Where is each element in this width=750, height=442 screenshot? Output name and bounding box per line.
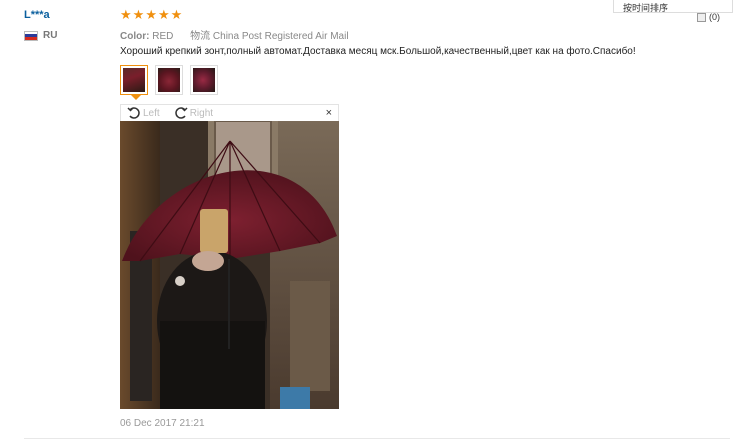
filter-count: (0) xyxy=(709,12,720,22)
star-icon: ★ xyxy=(170,7,183,22)
country-code: RU xyxy=(43,30,58,41)
shipping-value: China Post Registered Air Mail xyxy=(212,31,349,42)
color-value: RED xyxy=(152,31,174,42)
review-divider xyxy=(24,438,730,439)
reviewer-name[interactable]: L***a xyxy=(24,9,50,21)
rotate-left-label: Left xyxy=(143,107,160,119)
thumbnail-2[interactable] xyxy=(155,65,183,95)
star-icon: ★ xyxy=(132,7,145,22)
shipping-label: 物流 xyxy=(190,31,211,42)
thumbnail-1[interactable] xyxy=(120,65,148,100)
thumbnail-image xyxy=(193,68,215,92)
umbrella-photo xyxy=(120,121,339,409)
rotate-right-button[interactable]: Right xyxy=(174,106,213,120)
reviewer-country: RU xyxy=(24,30,57,41)
filter-checkbox-row[interactable]: (0) xyxy=(697,12,720,22)
star-rating: ★ ★ ★ ★ ★ xyxy=(120,8,182,22)
review-text: Хороший крепкий зонт,полный автомат.Дост… xyxy=(120,46,636,57)
image-viewer-toolbar: Left Right × xyxy=(120,104,339,122)
rotate-right-label: Right xyxy=(189,107,214,119)
review-photo-large xyxy=(120,121,339,409)
filter-checkbox[interactable] xyxy=(697,12,706,22)
close-viewer-button[interactable]: × xyxy=(326,107,332,119)
star-icon: ★ xyxy=(120,7,132,22)
star-icon: ★ xyxy=(157,7,170,22)
rotate-right-icon xyxy=(174,107,188,119)
active-thumbnail-indicator xyxy=(131,95,141,100)
color-label: Color: xyxy=(120,31,150,42)
rotate-left-icon xyxy=(127,107,140,119)
rotate-left-button[interactable]: Left xyxy=(127,106,160,120)
star-icon: ★ xyxy=(145,7,157,22)
russia-flag-icon xyxy=(24,30,38,41)
review-date: 06 Dec 2017 21:21 xyxy=(120,418,205,429)
review-photo-thumbnails xyxy=(120,65,218,100)
thumbnail-image xyxy=(158,68,180,92)
thumbnail-3[interactable] xyxy=(190,65,218,95)
review-meta: Color: RED 物流 China Post Registered Air … xyxy=(120,27,349,42)
thumbnail-image xyxy=(123,68,145,92)
